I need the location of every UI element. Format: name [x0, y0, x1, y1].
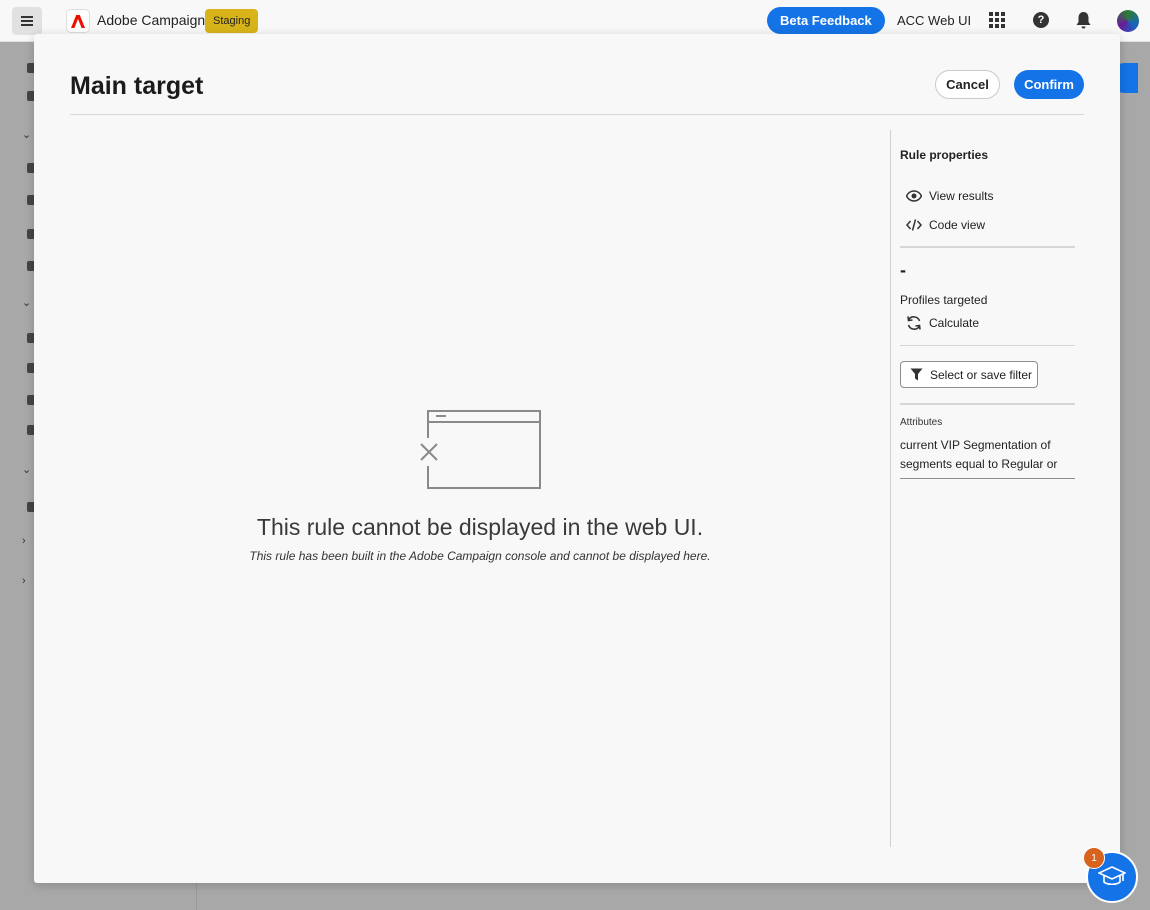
panel-section-divider: [900, 246, 1075, 248]
help-icon[interactable]: ?: [1033, 12, 1049, 28]
code-icon: [906, 219, 922, 231]
cancel-button[interactable]: Cancel: [935, 70, 1000, 99]
avatar[interactable]: [1117, 10, 1139, 32]
filter-icon: [910, 368, 923, 381]
attributes-underline: [900, 478, 1075, 479]
beta-feedback-button[interactable]: Beta Feedback: [767, 7, 885, 34]
org-switcher[interactable]: ACC Web UI: [897, 13, 971, 28]
app-name: Adobe Campaign: [97, 12, 206, 28]
dialog-title: Main target: [70, 72, 204, 100]
chevron-down-icon[interactable]: ⌄: [22, 463, 31, 476]
eye-icon: [906, 190, 922, 202]
panel-section-divider: [900, 403, 1075, 405]
learn-notification-badge: 1: [1083, 847, 1105, 869]
attributes-label: Attributes: [900, 417, 943, 428]
graduation-cap-icon: [1098, 866, 1126, 886]
adobe-logo-icon: [71, 14, 85, 28]
confirm-button[interactable]: Confirm: [1014, 70, 1084, 99]
chevron-right-icon[interactable]: ›: [22, 535, 26, 547]
empty-state-title: This rule cannot be displayed in the web…: [256, 514, 704, 540]
view-results-button[interactable]: View results: [906, 187, 993, 205]
code-view-button[interactable]: Code view: [906, 216, 985, 234]
view-results-label: View results: [929, 189, 994, 203]
rule-canvas: This rule cannot be displayed in the web…: [70, 130, 890, 847]
adobe-logo: [66, 9, 90, 33]
menu-button[interactable]: [12, 7, 42, 35]
profiles-count: -: [900, 260, 906, 280]
bell-icon[interactable]: [1076, 12, 1091, 29]
environment-badge: Staging: [205, 9, 259, 33]
rule-properties-heading: Rule properties: [900, 148, 989, 162]
attributes-summary: current VIP Segmentation of segments equ…: [900, 438, 1058, 471]
chevron-down-icon[interactable]: ⌄: [22, 296, 31, 309]
main-target-dialog: Main target Cancel Confirm This rule can…: [34, 34, 1120, 883]
hamburger-icon: [21, 20, 33, 22]
panel-divider: [890, 130, 891, 847]
select-or-save-filter-button[interactable]: Select or save filter: [900, 361, 1038, 388]
app-switcher-icon[interactable]: [989, 12, 1005, 28]
refresh-icon: [907, 316, 921, 330]
panel-section-divider: [900, 345, 1075, 346]
code-view-label: Code view: [929, 218, 986, 232]
chevron-down-icon[interactable]: ⌄: [22, 128, 31, 141]
header-divider: [70, 114, 1084, 115]
profiles-targeted-label: Profiles targeted: [900, 293, 988, 307]
calculate-button[interactable]: Calculate: [906, 314, 979, 332]
empty-state-description: This rule has been built in the Adobe Ca…: [249, 549, 711, 563]
filter-button-label: Select or save filter: [930, 367, 1033, 382]
broken-window-icon: [418, 410, 541, 489]
calculate-label: Calculate: [929, 316, 980, 330]
chevron-right-icon[interactable]: ›: [22, 575, 26, 587]
